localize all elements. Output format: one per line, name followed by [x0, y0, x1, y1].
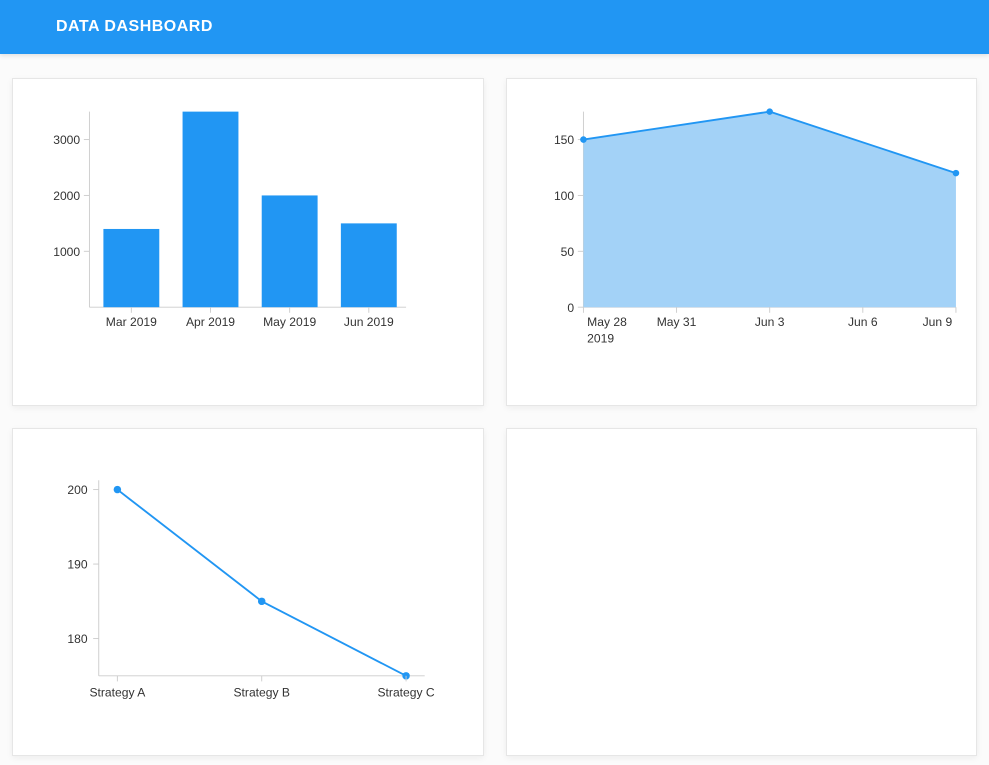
line-chart: 180 190 200 Strategy A Strategy B Strate… — [25, 443, 471, 741]
y-tick-2000: 2000 — [53, 189, 80, 203]
card-bar-chart: 1000 2000 3000 Mar 2019 Apr 2019 May 201… — [12, 78, 484, 406]
line-path — [117, 490, 406, 676]
y-tick-190: 190 — [67, 558, 87, 572]
bar-jun-2019 — [341, 223, 397, 307]
area-point-3 — [952, 170, 959, 177]
app-header: DATA DASHBOARD — [0, 0, 989, 54]
card-area-chart: 0 50 100 150 May 28 May 31 Jun 3 Jun 6 J — [506, 78, 978, 406]
line-point-b — [258, 598, 265, 605]
x-tick-may31: May 31 — [656, 315, 696, 329]
y-tick-180: 180 — [67, 632, 87, 646]
y-tick-0: 0 — [567, 301, 574, 315]
area-point-2 — [766, 108, 773, 115]
area-fill — [583, 112, 956, 308]
bar-may-2019 — [262, 195, 318, 307]
line-point-a — [114, 486, 121, 493]
y-tick-50: 50 — [560, 245, 574, 259]
x-tick-jun6: Jun 6 — [848, 315, 878, 329]
dashboard-grid: 1000 2000 3000 Mar 2019 Apr 2019 May 201… — [0, 54, 989, 756]
card-empty — [506, 428, 978, 756]
y-tick-150: 150 — [553, 133, 573, 147]
y-tick-3000: 3000 — [53, 133, 80, 147]
bar-apr-2019 — [183, 112, 239, 308]
x-tick-strategy-c: Strategy C — [377, 685, 434, 699]
x-tick-may28: May 28 — [587, 315, 627, 329]
y-tick-200: 200 — [67, 483, 87, 497]
x-tick-may: May 2019 — [263, 315, 316, 329]
y-tick-1000: 1000 — [53, 245, 80, 259]
x-tick-jun: Jun 2019 — [344, 315, 394, 329]
x-tick-strategy-a: Strategy A — [89, 685, 146, 699]
bar-chart: 1000 2000 3000 Mar 2019 Apr 2019 May 201… — [25, 93, 471, 391]
y-tick-100: 100 — [553, 189, 573, 203]
x-tick-strategy-b: Strategy B — [233, 685, 289, 699]
x-tick-mar: Mar 2019 — [106, 315, 157, 329]
app-title: DATA DASHBOARD — [56, 18, 213, 35]
x-tick-apr: Apr 2019 — [186, 315, 235, 329]
bar-mar-2019 — [103, 229, 159, 307]
x-tick-jun9: Jun 9 — [922, 315, 952, 329]
area-chart: 0 50 100 150 May 28 May 31 Jun 3 Jun 6 J — [519, 93, 965, 391]
x-tick-jun3: Jun 3 — [754, 315, 784, 329]
card-line-chart: 180 190 200 Strategy A Strategy B Strate… — [12, 428, 484, 756]
area-point-1 — [580, 136, 587, 143]
x-sublabel-year: 2019 — [587, 332, 614, 346]
